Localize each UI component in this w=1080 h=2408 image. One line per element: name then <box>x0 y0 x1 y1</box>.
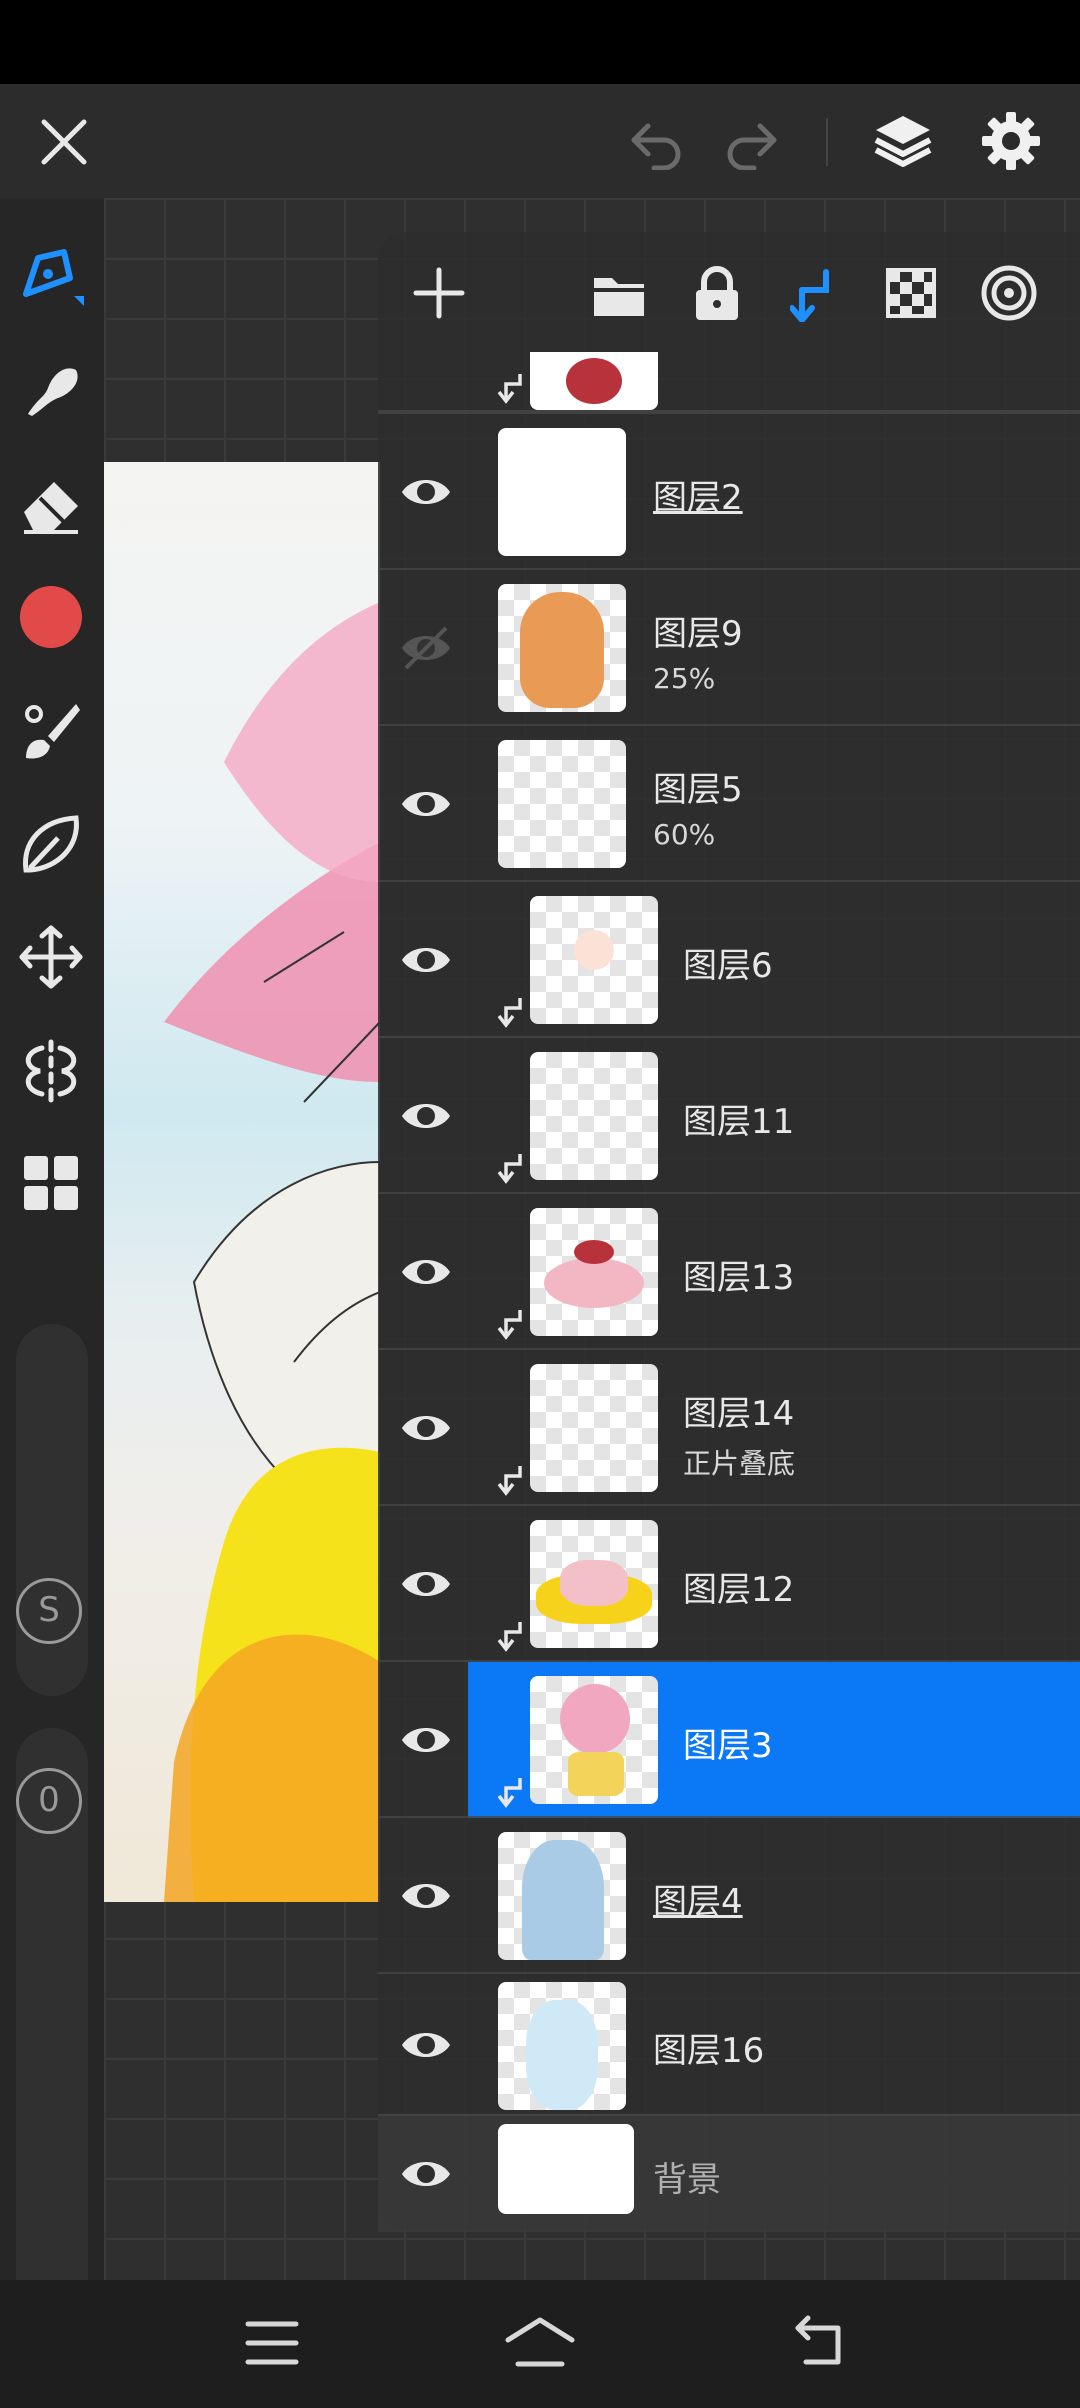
layer-thumbnail <box>498 1982 626 2110</box>
layer-name: 背景 <box>653 2160 721 2200</box>
layer-subtext: 正片叠底 <box>683 1447 796 1480</box>
layer-name: 图层12 <box>683 1570 795 1610</box>
layer-thumbnail <box>498 740 626 868</box>
status-bar <box>0 0 1080 84</box>
layer-name: 图层13 <box>683 1258 795 1298</box>
layer-subtext: 25% <box>653 662 716 695</box>
eye-icon[interactable] <box>398 2017 454 2073</box>
layer-row[interactable]: 图层16 <box>378 1972 1080 2116</box>
back-icon[interactable] <box>792 2314 848 2370</box>
layer-row-partial[interactable] <box>378 352 1080 412</box>
layer-thumbnail <box>530 1520 658 1648</box>
navigation-bar <box>0 2280 1080 2408</box>
layer-thumbnail <box>498 428 626 556</box>
layer-row[interactable]: 图层3 <box>378 1660 1080 1818</box>
eye-icon[interactable] <box>398 2146 454 2202</box>
clipping-mask-icon <box>497 998 522 1028</box>
lasso-icon[interactable] <box>18 812 84 878</box>
clipping-mask-icon <box>497 374 522 404</box>
opacity-label: 0 <box>16 1768 82 1834</box>
layer-row[interactable]: 图层12 <box>378 1504 1080 1662</box>
brush-icon[interactable] <box>18 698 84 764</box>
topbar-divider <box>826 118 828 166</box>
layer-row[interactable]: 图层14 正片叠底 <box>378 1348 1080 1506</box>
layers-panel-toolbar <box>378 232 1080 352</box>
pen-icon[interactable] <box>18 244 88 314</box>
eye-icon[interactable] <box>398 932 454 988</box>
clipping-mask-icon <box>497 1310 522 1340</box>
transform-icon[interactable] <box>18 924 84 990</box>
layer-name: 图层5 <box>653 770 743 810</box>
layer-thumbnail <box>498 1832 626 1960</box>
target-icon[interactable] <box>980 264 1038 322</box>
layer-name: 图层9 <box>653 614 743 654</box>
eye-icon[interactable] <box>398 1868 454 1924</box>
layer-thumbnail <box>530 1208 658 1336</box>
lock-icon[interactable] <box>692 266 742 322</box>
layer-name: 图层3 <box>683 1726 773 1766</box>
left-toolbar: S 0 <box>0 198 104 2338</box>
grid-icon[interactable] <box>20 1152 82 1214</box>
layer-row[interactable]: 图层2 <box>378 412 1080 570</box>
close-icon[interactable] <box>36 114 92 170</box>
layer-subtext: 60% <box>653 818 716 851</box>
eraser-icon[interactable] <box>18 470 84 536</box>
layer-name: 图层14 <box>683 1394 795 1434</box>
clipping-mask-icon <box>497 1154 522 1184</box>
clip-icon[interactable] <box>790 266 836 322</box>
settings-icon[interactable] <box>980 110 1042 172</box>
layer-name: 图层16 <box>653 2031 765 2071</box>
eye-icon[interactable] <box>398 464 454 520</box>
eye-icon[interactable] <box>398 776 454 832</box>
layer-name: 图层6 <box>683 946 773 986</box>
undo-icon[interactable] <box>626 114 686 170</box>
redo-icon[interactable] <box>722 114 782 170</box>
layer-name: 图层11 <box>683 1102 795 1142</box>
clipping-mask-icon <box>497 1778 522 1808</box>
smudge-icon[interactable] <box>18 358 84 424</box>
size-label: S <box>16 1578 82 1644</box>
eye-icon[interactable] <box>398 1712 454 1768</box>
clipping-mask-icon <box>497 1622 522 1652</box>
eye-icon[interactable] <box>398 1556 454 1612</box>
menu-icon[interactable] <box>244 2318 300 2368</box>
layer-row[interactable]: 图层13 <box>378 1192 1080 1350</box>
layer-thumbnail <box>530 896 658 1024</box>
layer-row[interactable]: 背景 <box>378 2114 1080 2232</box>
top-bar <box>0 84 1080 198</box>
layer-name: 图层2 <box>653 478 743 518</box>
color-swatch[interactable] <box>20 586 82 648</box>
layers-icon[interactable] <box>872 110 934 172</box>
layer-thumbnail <box>498 584 626 712</box>
symmetry-icon[interactable] <box>18 1038 84 1104</box>
layer-thumbnail <box>498 2124 634 2214</box>
eye-icon[interactable] <box>398 1244 454 1300</box>
layer-thumbnail <box>530 1676 658 1804</box>
layer-row[interactable]: 图层11 <box>378 1036 1080 1194</box>
layer-row[interactable]: 图层6 <box>378 880 1080 1038</box>
layer-thumbnail <box>530 352 658 410</box>
layer-thumbnail <box>530 1052 658 1180</box>
layer-name: 图层4 <box>653 1882 743 1922</box>
alpha-lock-icon[interactable] <box>886 268 936 318</box>
layer-row[interactable]: 图层5 60% <box>378 724 1080 882</box>
artwork-canvas[interactable] <box>104 462 380 1902</box>
eye-icon[interactable] <box>398 1088 454 1144</box>
layer-row[interactable]: 图层9 25% <box>378 568 1080 726</box>
eye-hidden-icon[interactable] <box>398 620 454 676</box>
folder-icon[interactable] <box>590 270 648 320</box>
layer-thumbnail <box>530 1364 658 1492</box>
artwork-illustration <box>164 602 380 1902</box>
eye-icon[interactable] <box>398 1400 454 1456</box>
add-layer-icon[interactable] <box>412 266 466 320</box>
home-icon[interactable] <box>502 2314 578 2370</box>
clipping-mask-icon <box>497 1466 522 1496</box>
layer-row[interactable]: 图层4 <box>378 1816 1080 1974</box>
